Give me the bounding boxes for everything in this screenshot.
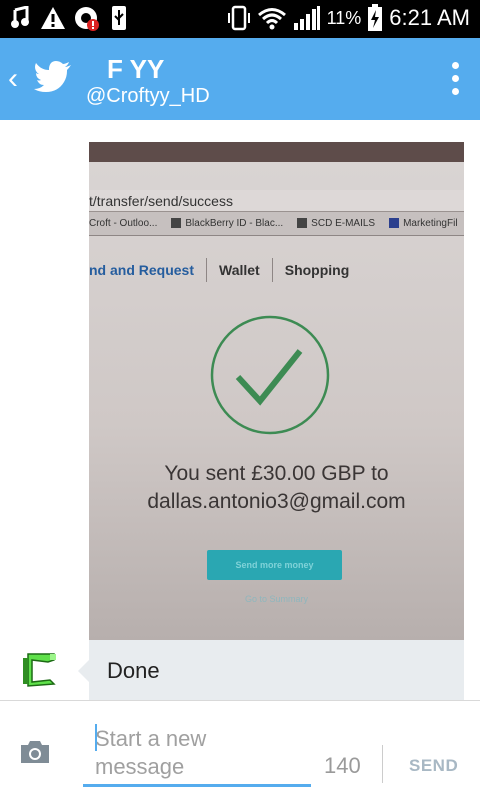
bookmark-item: Croft - Outloo... [89, 218, 158, 229]
compose-bar: 140 SEND [0, 700, 480, 800]
twitter-bird-icon[interactable] [34, 60, 72, 94]
vibrate-icon [227, 5, 250, 31]
message-bubble-tail [78, 660, 89, 682]
conversation-handle: @Croftyy_HD [86, 85, 210, 107]
message-input[interactable] [83, 719, 311, 787]
photo-sent-amount: You sent £30.00 GBP to [164, 462, 389, 485]
conversation-title: F YY [107, 54, 165, 84]
photo-attachment[interactable]: t/transfer/send/success Croft - Outloo..… [89, 142, 464, 640]
message-text: Done [107, 658, 160, 683]
photo-tab: nd and Request [89, 258, 208, 282]
success-check-icon [210, 315, 330, 435]
compose-divider [382, 745, 383, 783]
clock: 6:21 AM [389, 5, 470, 30]
battery-percent: 11% [326, 7, 362, 28]
photo-sent-recipient: dallas.antonio3@gmail.com [147, 490, 406, 513]
message-bubble[interactable]: Done [89, 640, 464, 700]
status-right: 11% 6:21 AM [227, 4, 470, 32]
notification-icon [75, 7, 99, 31]
usb-icon [112, 6, 126, 30]
bookmark-item: BlackBerry ID - Blac... [171, 212, 283, 235]
photo-summary-link: Go to Summary [244, 594, 309, 604]
status-left-icons [10, 5, 130, 31]
wifi-icon [257, 8, 286, 30]
photo-bookmarks: Croft - Outloo... BlackBerry ID - Blac..… [89, 212, 464, 236]
camera-icon[interactable] [19, 739, 51, 765]
text-cursor [95, 724, 97, 751]
signal-icon [293, 6, 320, 30]
bookmark-item: SCD E-MAILS [297, 212, 375, 235]
photo-url-bar: t/transfer/send/success [89, 190, 464, 212]
avatar[interactable] [20, 650, 60, 690]
photo-tabs: nd and Request Wallet Shopping [89, 258, 464, 282]
conversation-thread[interactable]: t/transfer/send/success Croft - Outloo..… [0, 120, 480, 700]
character-counter: 140 [324, 753, 361, 778]
chevron-left-icon[interactable]: ‹ [8, 64, 18, 94]
photo-send-more-button: Send more money [207, 550, 342, 580]
music-note-icon [11, 6, 29, 28]
photo-screen: t/transfer/send/success Croft - Outloo..… [89, 162, 464, 640]
overflow-menu-icon[interactable] [452, 62, 460, 95]
photo-tab: Wallet [207, 258, 273, 282]
photo-tab: Shopping [284, 262, 350, 278]
send-button[interactable]: SEND [409, 756, 458, 776]
status-bar: 11% 6:21 AM [0, 0, 480, 38]
battery-charging-icon [368, 4, 383, 31]
bookmark-item: MarketingFil [389, 212, 458, 235]
warning-icon [41, 7, 65, 29]
app-bar: ‹ F YY @Croftyy_HD [0, 38, 480, 120]
